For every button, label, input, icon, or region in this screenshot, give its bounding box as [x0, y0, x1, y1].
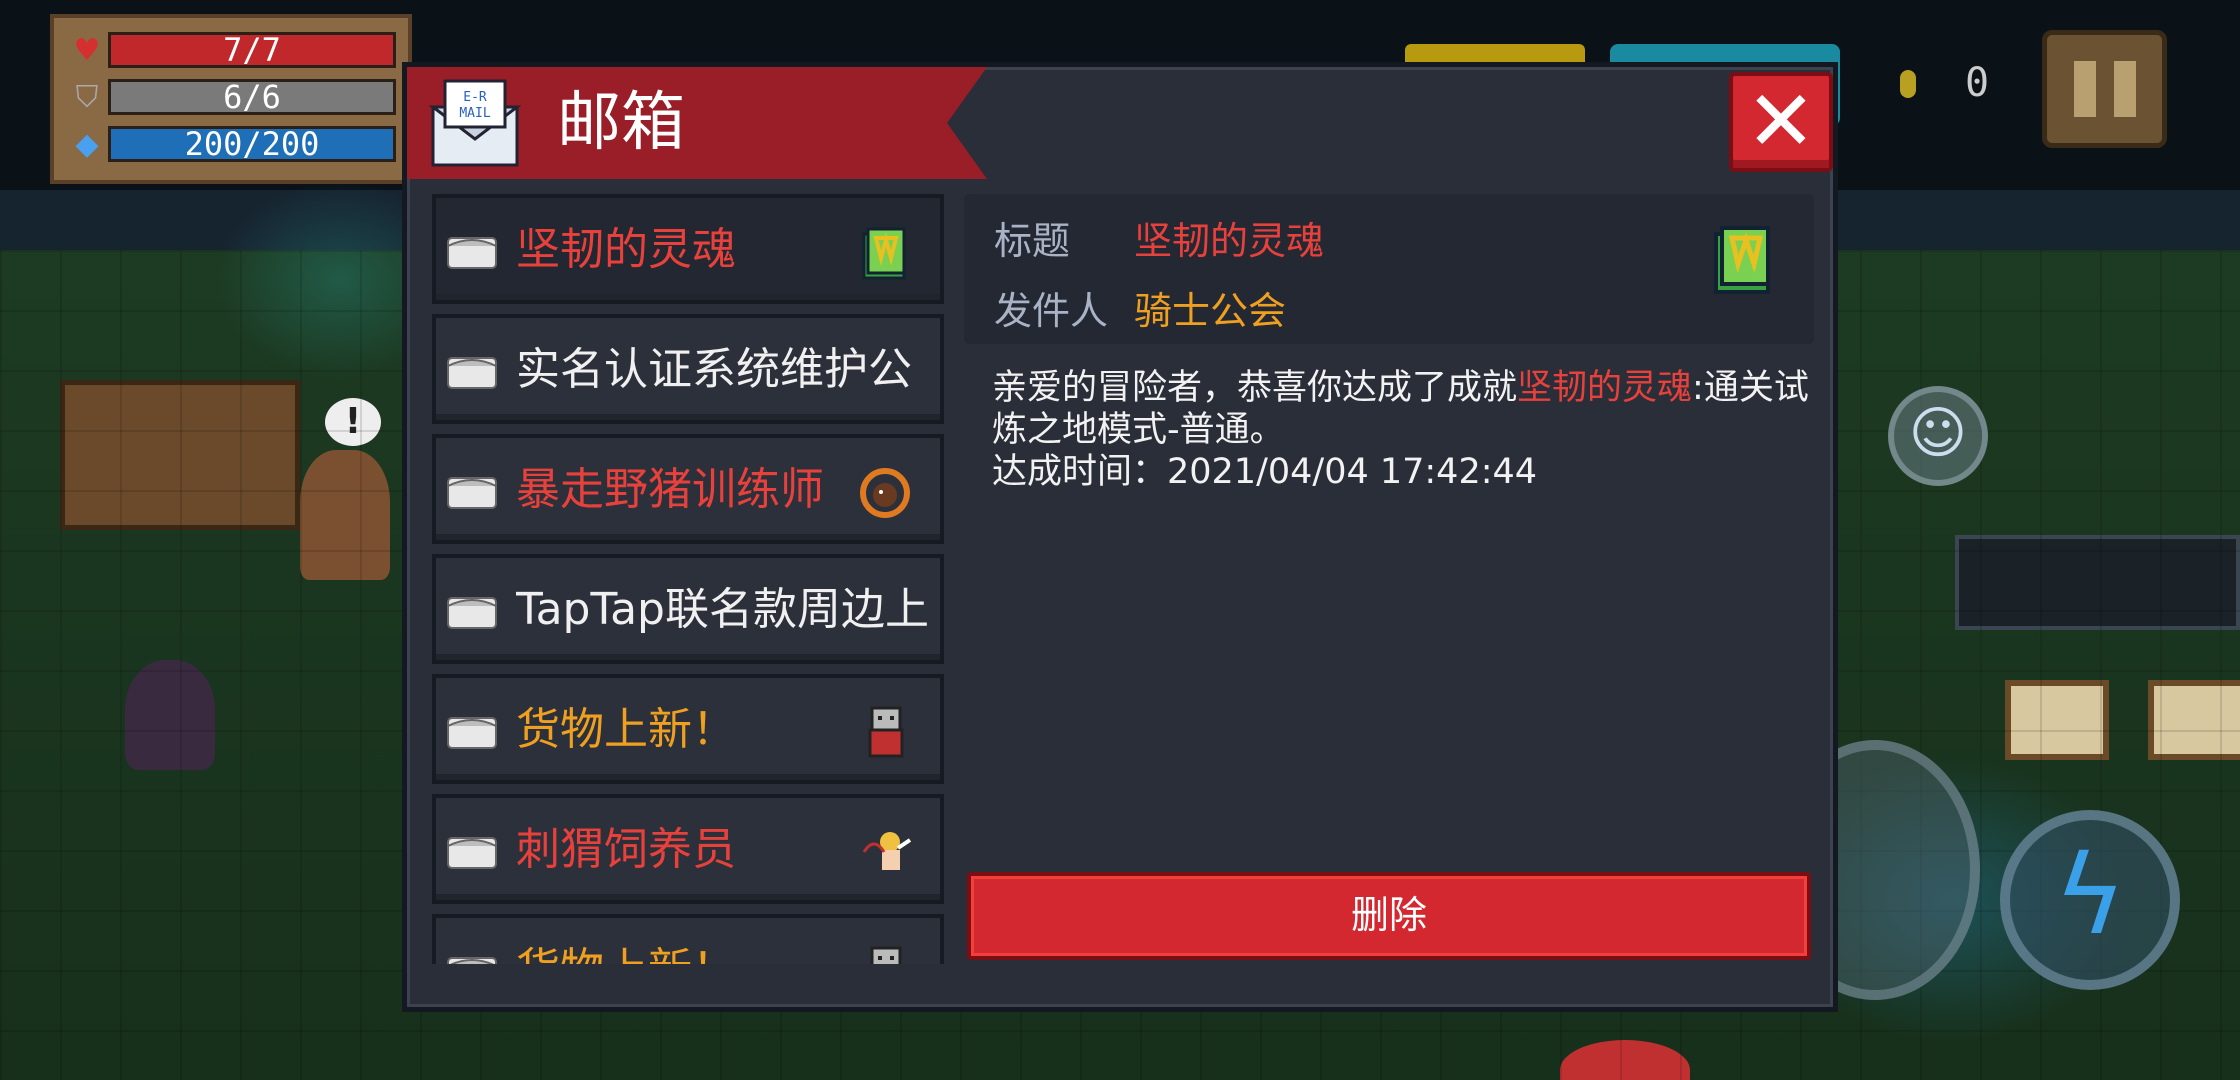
exclamation-icon: !	[325, 398, 381, 446]
npc-character[interactable]	[125, 660, 215, 770]
mail-list[interactable]: 坚韧的灵魂 实名认证系统维护公 暴走野猪训练师 TapTap联名款周边上 货物上新！ 刺猬…	[432, 194, 944, 964]
mailbox-title: 邮箱	[557, 86, 685, 160]
envelope-icon	[447, 477, 497, 509]
mail-item[interactable]: 刺猬饲养员	[432, 794, 944, 904]
mailbox-dialog: E-R MAIL 邮箱 ✕ 坚韧的灵魂 实名认证系统维护公 暴走野猪训练师 TapTa…	[402, 62, 1838, 1012]
envelope-icon	[447, 717, 497, 749]
energy-bar: 200/200	[108, 126, 396, 162]
mail-icon: E-R MAIL	[429, 79, 521, 167]
notice-board	[2005, 680, 2109, 760]
heart-icon: ♥	[73, 32, 101, 68]
envelope-icon	[447, 237, 497, 269]
skill-button[interactable]: ϟ	[2000, 810, 2180, 990]
envelope-icon	[447, 837, 497, 869]
green-book-icon	[862, 227, 906, 280]
mail-item[interactable]: 暴走野猪训练师	[432, 434, 944, 544]
achievement-time: 达成时间：2021/04/04 17:42:44	[992, 452, 1538, 492]
envelope-icon	[447, 597, 497, 629]
subject-value: 坚韧的灵魂	[1134, 219, 1325, 263]
merchant-icon	[868, 706, 904, 758]
hp-bar: 7/7	[108, 32, 396, 68]
boar-ring-icon	[860, 468, 910, 518]
emote-button[interactable]: ☺	[1888, 386, 1988, 486]
delete-button[interactable]: 删除	[967, 872, 1811, 960]
mail-body: 亲爱的冒险者，恭喜你达成了成就坚韧的灵魂:通关试炼之地模式-普通。 达成时间：2…	[992, 367, 1812, 493]
mail-item[interactable]: 货物上新！	[432, 674, 944, 784]
shield-icon: ⛉	[75, 79, 99, 115]
player-stats-panel: ♥ 7/7 ⛉ 6/6 ◆ 200/200	[50, 14, 412, 184]
coin-count: 0	[1965, 60, 1990, 106]
svg-text:MAIL: MAIL	[459, 106, 490, 121]
mail-item-label: TapTap联名款周边上	[516, 584, 929, 635]
npc-character	[1560, 1040, 1690, 1080]
mail-item-label: 实名认证系统维护公	[516, 344, 912, 395]
mail-item[interactable]: 实名认证系统维护公	[432, 314, 944, 424]
npc-merchant[interactable]	[300, 450, 390, 580]
mail-item[interactable]: TapTap联名款周边上	[432, 554, 944, 664]
subject-label: 标题	[994, 219, 1071, 263]
green-book-icon[interactable]	[1708, 224, 1776, 296]
mail-item[interactable]: 坚韧的灵魂	[432, 194, 944, 304]
cupid-icon	[862, 832, 912, 870]
desk	[60, 380, 300, 530]
pause-button[interactable]	[2042, 30, 2167, 148]
body-text-prefix: 亲爱的冒险者，恭喜你达成了成就	[992, 368, 1518, 408]
wall-segment	[1955, 535, 2240, 630]
sender-label: 发件人	[994, 289, 1109, 333]
envelope-icon	[447, 957, 497, 964]
energy-icon: ◆	[75, 126, 99, 162]
mail-item[interactable]: 货物上新！	[432, 914, 944, 964]
mailbox-header: E-R MAIL 邮箱	[407, 67, 947, 179]
close-button[interactable]: ✕	[1729, 72, 1833, 172]
envelope-icon	[447, 357, 497, 389]
mail-detail-header: 标题 坚韧的灵魂 发件人 骑士公会	[964, 194, 1814, 344]
coin-icon	[1900, 70, 1916, 98]
header-ribbon-tip	[947, 67, 987, 179]
svg-text:E-R: E-R	[463, 90, 487, 105]
armor-bar: 6/6	[108, 79, 396, 115]
body-highlight: 坚韧的灵魂	[1517, 368, 1693, 408]
merchant-icon	[870, 946, 902, 964]
notice-board	[2148, 680, 2240, 760]
sender-value: 骑士公会	[1134, 289, 1287, 333]
